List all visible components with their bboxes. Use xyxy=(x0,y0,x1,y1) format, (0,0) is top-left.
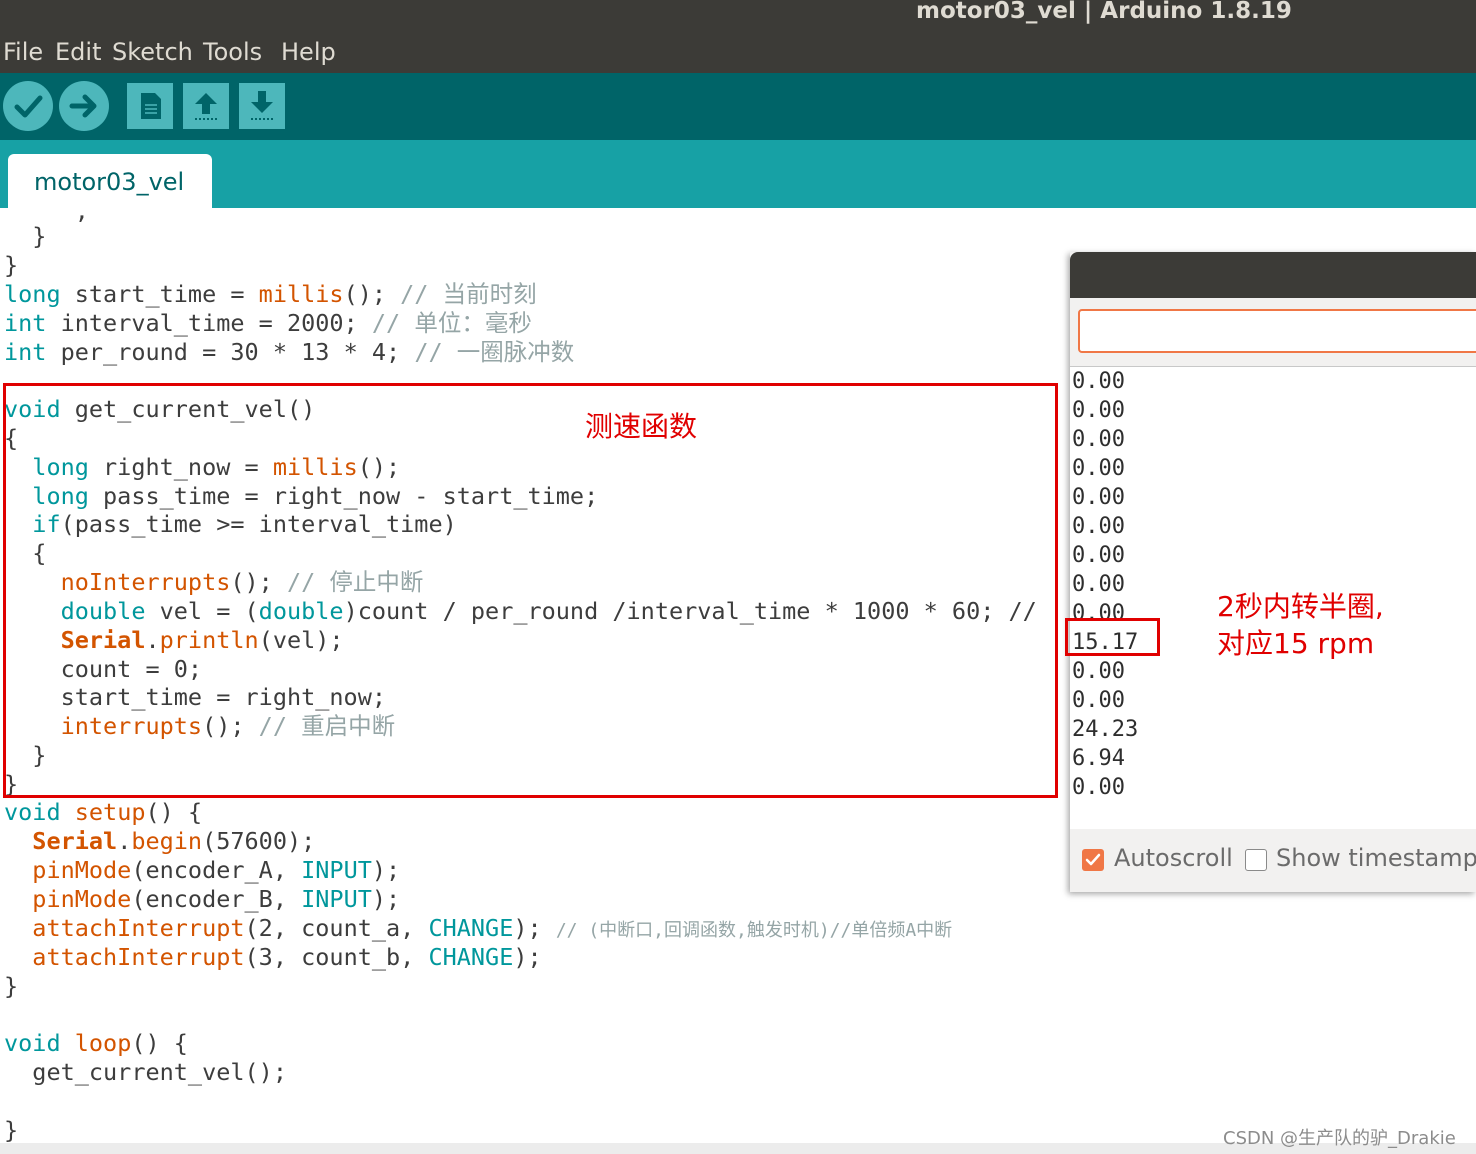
new-file-icon xyxy=(141,93,161,119)
tab-label: motor03_vel xyxy=(34,168,185,196)
serial-output-line: 0.00 xyxy=(1072,572,1125,597)
arrow-right-icon xyxy=(69,94,97,118)
menu-tools[interactable]: Tools xyxy=(203,38,262,66)
show-timestamp-checkbox[interactable] xyxy=(1245,849,1267,871)
code-line: void setup() { xyxy=(4,798,203,826)
code-line: } xyxy=(4,251,19,279)
code-line: void loop() { xyxy=(4,1029,188,1057)
menu-bar: File Edit Sketch Tools Help xyxy=(0,30,1476,73)
window-title: motor03_vel | Arduino 1.8.19 xyxy=(916,0,1292,24)
serial-output-line: 6.94 xyxy=(1072,746,1125,771)
autoscroll-label: Autoscroll xyxy=(1114,844,1233,872)
function-highlight-box xyxy=(3,383,1058,798)
code-line: int per_round = 30 * 13 * 4; // 一圈脉冲数 xyxy=(4,338,575,366)
serial-output-line: 0.00 xyxy=(1072,456,1125,481)
menu-help[interactable]: Help xyxy=(281,38,336,66)
speed-annotation: 2秒内转半圈, 对应15 rpm xyxy=(1217,588,1384,662)
serial-monitor-footer: Autoscroll Show timestamp xyxy=(1070,829,1476,892)
upload-button[interactable] xyxy=(59,81,109,131)
code-line: Serial.begin(57600); xyxy=(32,827,316,855)
serial-output-line: 0.00 xyxy=(1072,427,1125,452)
code-line: pinMode(encoder_A, INPUT); xyxy=(32,856,401,884)
serial-output-line: 0.00 xyxy=(1072,688,1125,713)
code-line: get_current_vel(); xyxy=(4,1058,287,1086)
arrow-up-icon xyxy=(195,93,217,120)
menu-sketch[interactable]: Sketch xyxy=(112,38,193,66)
checkmark-icon xyxy=(14,95,43,118)
autoscroll-checkbox[interactable] xyxy=(1082,849,1104,871)
serial-monitor-window: 0.00 0.00 0.00 0.00 0.00 0.00 0.00 0.00 … xyxy=(1070,252,1476,892)
speed-annotation-line2: 对应15 rpm xyxy=(1217,627,1375,660)
function-annotation: 测速函数 xyxy=(585,410,698,443)
serial-input-field[interactable] xyxy=(1078,309,1476,353)
code-line: attachInterrupt(3, count_b, CHANGE); xyxy=(32,943,542,971)
serial-monitor-titlebar xyxy=(1070,252,1476,298)
verify-button[interactable] xyxy=(3,81,53,131)
serial-output-line: 0.00 xyxy=(1072,398,1125,423)
code-line: long start_time = millis(); // 当前时刻 xyxy=(4,280,537,308)
serial-output-line: 0.00 xyxy=(1072,514,1125,539)
serial-output-line: 0.00 xyxy=(1072,543,1125,568)
menu-edit[interactable]: Edit xyxy=(55,38,101,66)
toolbar xyxy=(0,73,1476,140)
code-line: int interval_time = 2000; // 单位：毫秒 xyxy=(4,309,532,337)
code-line: pinMode(encoder_B, INPUT); xyxy=(32,885,401,913)
serial-output-line: 0.00 xyxy=(1072,369,1125,394)
serial-output-line: 0.00 xyxy=(1072,659,1125,684)
save-button[interactable] xyxy=(239,83,285,129)
arrow-down-icon xyxy=(251,91,273,120)
new-button[interactable] xyxy=(127,83,173,129)
code-line: attachInterrupt(2, count_a, CHANGE); // … xyxy=(32,914,953,942)
serial-output-line: 24.23 xyxy=(1072,717,1139,742)
menu-file[interactable]: File xyxy=(3,38,43,66)
code-line: } xyxy=(4,972,19,1000)
title-bar: motor03_vel | Arduino 1.8.19 xyxy=(0,0,1476,30)
code-line: } xyxy=(4,222,47,250)
speed-annotation-line1: 2秒内转半圈, xyxy=(1217,590,1384,623)
code-line: } xyxy=(4,1116,19,1144)
tab-strip: motor03_vel xyxy=(0,140,1476,210)
serial-output-line: 0.00 xyxy=(1072,485,1125,510)
serial-output-line: 0.00 xyxy=(1072,775,1125,800)
show-timestamp-label: Show timestamp xyxy=(1276,844,1476,872)
watermark: CSDN @生产队的驴_Drakie xyxy=(1223,1128,1456,1149)
open-button[interactable] xyxy=(183,83,229,129)
value-highlight-box xyxy=(1065,618,1160,656)
checkmark-icon xyxy=(1085,853,1101,866)
